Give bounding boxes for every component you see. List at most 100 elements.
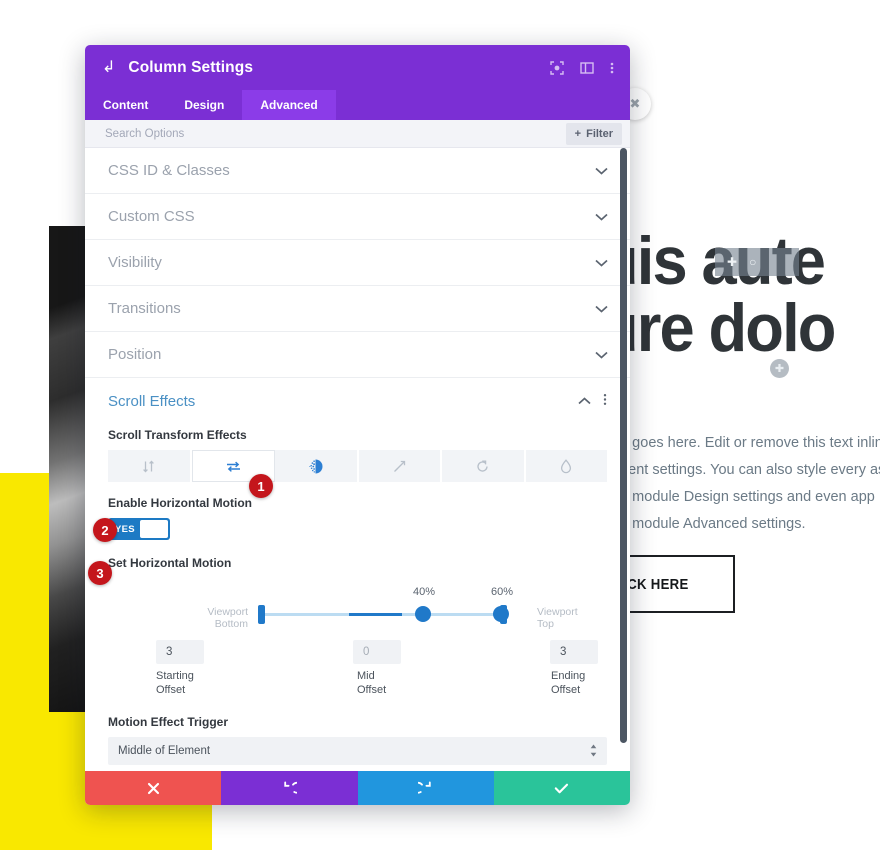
blur-icon[interactable] <box>525 450 607 482</box>
chevron-down-icon <box>595 210 608 224</box>
slider-handle-end[interactable] <box>493 606 509 622</box>
ending-offset-label: Ending Offset <box>551 669 585 697</box>
tab-advanced[interactable]: Advanced <box>242 90 336 120</box>
viewport-top-line2: Top <box>537 618 554 630</box>
chevron-up-icon[interactable] <box>578 394 591 408</box>
mid-offset-input[interactable]: 0 <box>353 640 401 664</box>
vertical-motion-icon[interactable] <box>108 450 192 482</box>
kebab-menu-icon[interactable] <box>610 61 614 75</box>
starting-offset-label-line1: Starting <box>156 670 194 682</box>
scroll-effects-title: Scroll Effects <box>108 392 196 410</box>
ending-offset-label-line2: Offset <box>551 684 581 696</box>
starting-offset-label: Starting Offset <box>156 669 194 697</box>
search-options-bar[interactable]: Search Options + Filter <box>85 120 630 148</box>
starting-offset-label-line2: Offset <box>156 684 186 696</box>
starting-offset-input[interactable]: 3 <box>156 640 204 664</box>
horizontal-motion-slider[interactable]: Viewport Bottom Viewport Top 40% 60% <box>108 586 607 636</box>
save-button[interactable] <box>493 771 630 805</box>
scaling-icon[interactable] <box>358 450 442 482</box>
slider-start-percent: 40% <box>412 586 436 598</box>
motion-effect-trigger-label: Motion Effect Trigger <box>108 715 228 729</box>
annotation-badge-2: 2 <box>93 518 117 542</box>
viewport-top-label: Viewport Top <box>537 606 607 630</box>
scroll-transform-effects-group <box>108 450 607 482</box>
section-scroll-effects: Scroll Effects Scroll Transform Effects <box>85 378 630 765</box>
screenshot-stage: uis aute ure dolo ent goes here. Edit or… <box>0 0 880 850</box>
section-label: Visibility <box>108 254 162 271</box>
focus-icon[interactable] <box>550 60 564 75</box>
click-here-button[interactable]: LICK HERE <box>615 555 735 613</box>
slider-start-cap[interactable] <box>258 605 265 624</box>
scroll-transform-effects-label: Scroll Transform Effects <box>108 428 247 442</box>
section-css-id-classes[interactable]: CSS ID & Classes <box>85 148 630 194</box>
offset-inputs-row: 3 0 3 <box>108 640 607 666</box>
redo-button[interactable] <box>357 771 494 805</box>
tab-content[interactable]: Content <box>85 90 166 120</box>
module-control-bar[interactable]: ✚ ○ <box>715 248 799 276</box>
modal-footer <box>85 771 630 805</box>
select-arrows-icon <box>590 744 597 759</box>
enable-horizontal-motion-label: Enable Horizontal Motion <box>108 496 252 510</box>
modal-scrollbar[interactable] <box>620 148 627 743</box>
mid-offset-label-line2: Offset <box>357 684 387 696</box>
slider-handle-start[interactable] <box>415 606 431 622</box>
column-settings-modal: ↲ Column Settings Content Design Advance… <box>85 45 630 805</box>
back-arrow-icon[interactable]: ↲ <box>102 59 115 76</box>
annotation-badge-3: 3 <box>88 561 112 585</box>
filter-button[interactable]: + Filter <box>565 123 622 145</box>
chevron-down-icon <box>595 164 608 178</box>
plus-icon[interactable]: ✚ <box>770 359 789 378</box>
section-visibility[interactable]: Visibility <box>85 240 630 286</box>
modal-body: CSS ID & Classes Custom CSS Visibility T… <box>85 148 630 771</box>
kebab-menu-icon[interactable] <box>603 393 607 409</box>
section-label: Custom CSS <box>108 208 195 225</box>
page-heading-line2: ure dolo <box>600 289 836 366</box>
slider-range-fill <box>348 613 402 616</box>
viewport-top-line1: Viewport <box>537 606 578 618</box>
scroll-effects-header[interactable]: Scroll Effects <box>108 378 607 424</box>
paragraph-line: ent goes here. Edit or remove this text … <box>608 435 880 451</box>
chevron-down-icon <box>595 256 608 270</box>
search-input[interactable]: Search Options <box>105 128 184 140</box>
viewport-bottom-label: Viewport Bottom <box>108 606 248 630</box>
section-custom-css[interactable]: Custom CSS <box>85 194 630 240</box>
page-paragraph: ent goes here. Edit or remove this text … <box>608 430 880 538</box>
slider-end-percent: 60% <box>490 586 514 598</box>
cancel-button[interactable] <box>85 771 222 805</box>
annotation-badge-1: 1 <box>249 474 273 498</box>
offset-captions-row: Starting Offset Mid Offset Ending Offset <box>108 669 607 701</box>
undo-button[interactable] <box>221 771 358 805</box>
layout-panel-icon[interactable] <box>580 61 594 75</box>
motion-effect-trigger-select[interactable]: Middle of Element <box>108 737 607 765</box>
modal-header: ↲ Column Settings <box>85 45 630 90</box>
plus-icon: + <box>574 128 582 140</box>
section-label: CSS ID & Classes <box>108 162 230 179</box>
enable-horizontal-motion-toggle[interactable]: YES <box>108 518 170 540</box>
paragraph-line: the module Advanced settings. <box>608 516 806 532</box>
modal-tabs: Content Design Advanced <box>85 90 630 120</box>
paragraph-line: ontent settings. You can also style ever… <box>608 462 880 478</box>
fading-icon[interactable] <box>275 450 359 482</box>
viewport-bottom-line1: Viewport <box>207 606 248 618</box>
move-icon[interactable]: ✚ <box>727 256 737 268</box>
toggle-knob <box>140 520 168 538</box>
section-label: Transitions <box>108 300 181 317</box>
ending-offset-label-line1: Ending <box>551 670 586 682</box>
rotating-icon[interactable] <box>442 450 526 482</box>
tab-design[interactable]: Design <box>166 90 242 120</box>
mid-offset-label: Mid Offset <box>357 669 386 697</box>
gear-icon[interactable]: ○ <box>749 256 756 268</box>
section-transitions[interactable]: Transitions <box>85 286 630 332</box>
section-position[interactable]: Position <box>85 332 630 378</box>
chevron-down-icon <box>595 302 608 316</box>
set-horizontal-motion-label: Set Horizontal Motion <box>108 556 232 570</box>
section-label: Position <box>108 346 162 363</box>
slider-track[interactable] <box>262 613 503 616</box>
paragraph-line: the module Design settings and even app <box>608 489 875 505</box>
viewport-bottom-line2: Bottom <box>214 618 248 630</box>
ending-offset-input[interactable]: 3 <box>550 640 598 664</box>
filter-button-label: Filter <box>586 128 613 140</box>
motion-effect-trigger-value: Middle of Element <box>118 745 211 757</box>
chevron-down-icon <box>595 348 608 362</box>
modal-title: Column Settings <box>128 58 254 76</box>
